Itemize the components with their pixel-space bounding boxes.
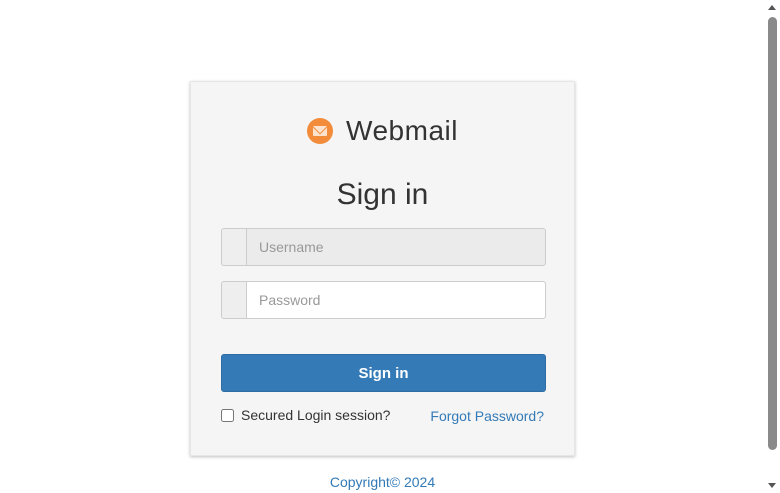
envelope-logo-icon: [307, 118, 334, 144]
password-addon: [221, 281, 246, 319]
username-field-group: [221, 228, 546, 266]
login-card: Webmail Sign in Sign in Secured Login se…: [190, 81, 575, 456]
scroll-down-arrow-icon[interactable]: [768, 483, 776, 488]
scroll-thumb[interactable]: [768, 17, 777, 450]
vertical-scrollbar[interactable]: [765, 0, 780, 493]
scroll-up-arrow-icon[interactable]: [768, 5, 776, 10]
brand-header: Webmail: [191, 114, 574, 148]
username-input[interactable]: [246, 228, 546, 266]
secured-login-label: Secured Login session?: [241, 407, 391, 423]
sign-in-button[interactable]: Sign in: [221, 354, 546, 392]
secured-login-option[interactable]: Secured Login session?: [221, 407, 390, 423]
password-input[interactable]: [246, 281, 546, 319]
copyright-text: Copyright© 2024: [329, 474, 436, 490]
page-title: Sign in: [336, 178, 429, 211]
password-field-group: [221, 281, 546, 319]
forgot-password-link[interactable]: Forgot Password?: [430, 408, 544, 424]
username-addon: [221, 228, 246, 266]
brand-title: Webmail: [346, 115, 458, 146]
secured-login-checkbox[interactable]: [221, 408, 234, 422]
